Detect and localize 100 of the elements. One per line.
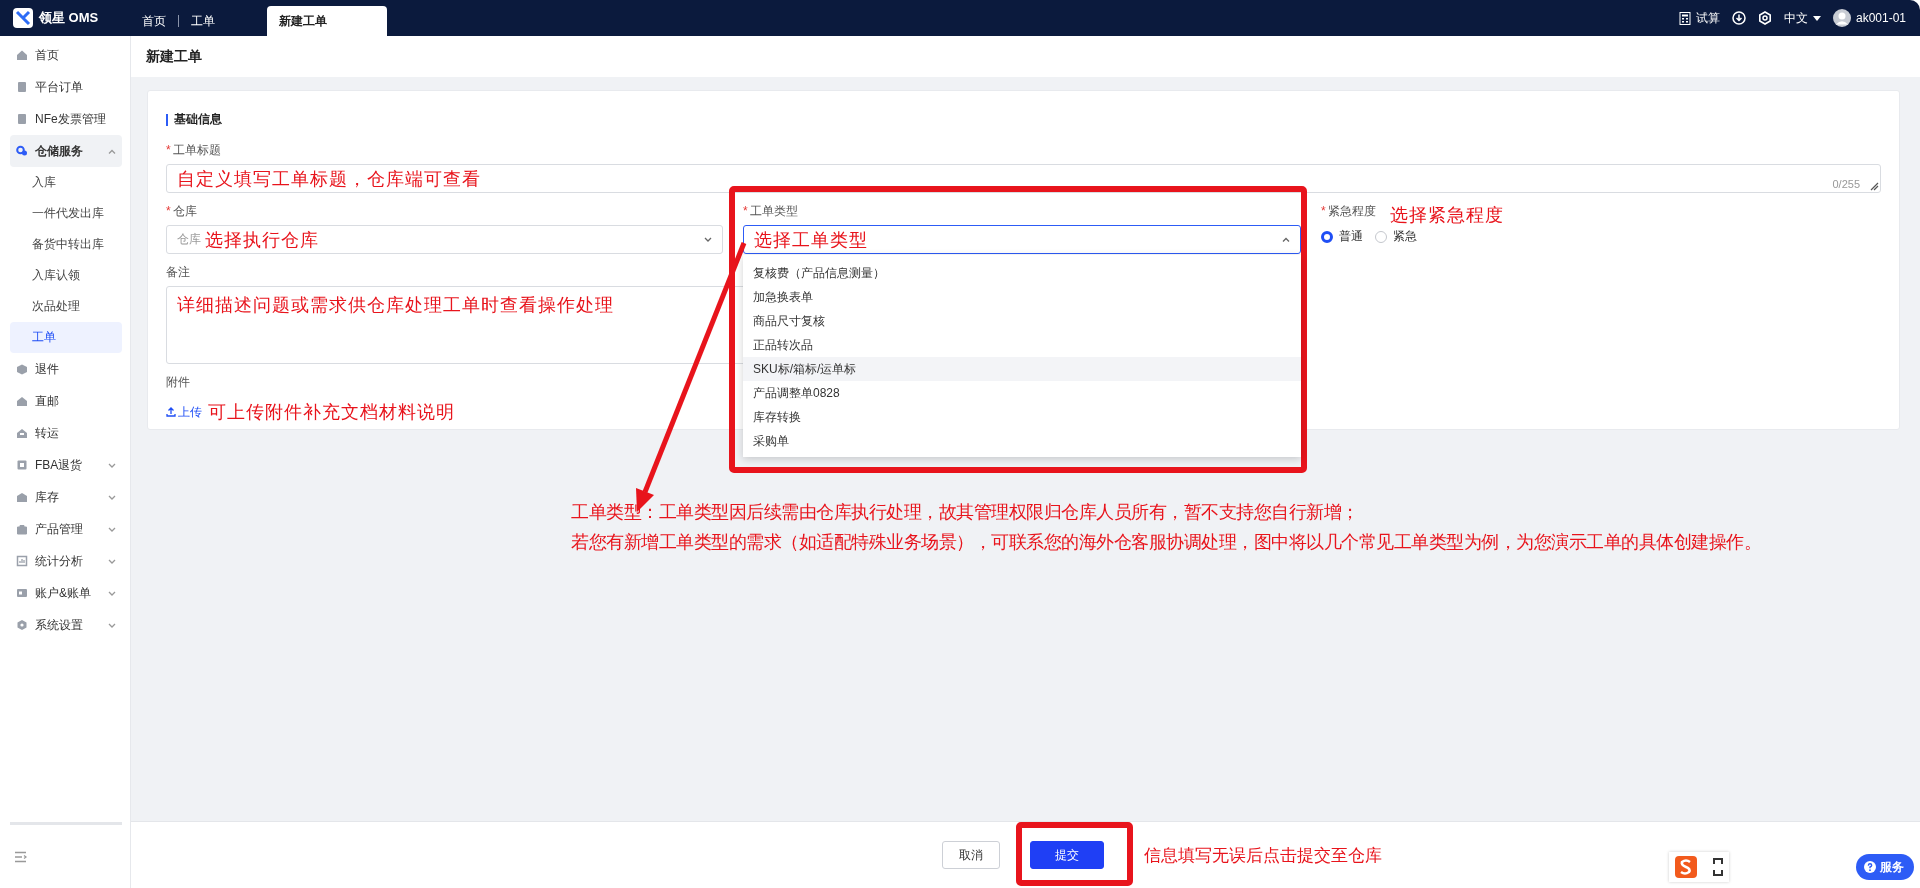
field-label: 工单类型 — [749, 203, 798, 220]
cube-icon — [16, 363, 28, 375]
annotation-text: 自定义填写工单标题，仓库端可查看 — [177, 166, 481, 191]
help-icon — [1864, 861, 1876, 873]
sidebar-item[interactable]: 首页 — [10, 39, 122, 71]
title-input[interactable]: 自定义填写工单标题，仓库端可查看 0/255 — [166, 164, 1881, 193]
dropdown-option[interactable]: 产品调整单0828 — [743, 381, 1301, 405]
sidebar-item[interactable]: 次品处理 — [10, 291, 122, 322]
chevron-icon — [108, 526, 116, 532]
chart-icon — [16, 555, 28, 567]
avatar-icon — [1832, 9, 1851, 27]
sidebar-item[interactable]: 入库 — [10, 167, 122, 198]
dropdown-option[interactable]: 库存转换 — [743, 405, 1301, 429]
dropdown-option[interactable]: 正品转次品 — [743, 333, 1301, 357]
sidebar-item[interactable]: 备货中转出库 — [10, 229, 122, 260]
user-menu[interactable]: ak001-01 — [1832, 9, 1906, 27]
sidebar-item[interactable]: 库存 — [10, 481, 122, 513]
sidebar-item[interactable]: 一件代发出库 — [10, 198, 122, 229]
annotation-text: 信息填写无误后点击提交至仓库 — [1144, 843, 1382, 867]
annotation-text: 选择紧急程度 — [1389, 203, 1504, 227]
chevron-icon — [108, 148, 116, 154]
required-mark: * — [166, 143, 171, 157]
page-tab[interactable]: 首页 — [130, 6, 178, 36]
dropdown-option[interactable]: 复核费（产品信息测量） — [743, 261, 1301, 285]
trial-calc-button[interactable]: 试算 — [1678, 9, 1720, 27]
settings-icon[interactable] — [1757, 11, 1772, 25]
circles-icon — [16, 145, 28, 157]
input-method-icon — [1675, 856, 1697, 878]
chevron-icon — [704, 237, 712, 242]
character-counter: 0/255 — [1832, 178, 1860, 190]
dropdown-option[interactable]: 加急换表单 — [743, 285, 1301, 309]
required-mark: * — [1321, 204, 1326, 218]
calculator-icon — [1678, 11, 1691, 25]
upload-link[interactable]: 上传 — [166, 403, 202, 421]
house-icon — [16, 491, 28, 503]
sidebar-item[interactable]: 直邮 — [10, 385, 122, 417]
chevron-icon — [108, 462, 116, 468]
sidebar-item[interactable]: 统计分析 — [10, 545, 122, 577]
select-field[interactable]: 仓库 选择执行仓库 — [166, 225, 723, 254]
annotation-text: 可上传附件补充文档材料说明 — [208, 400, 455, 424]
card-icon — [16, 587, 28, 599]
field-label: 附件 — [166, 374, 190, 391]
sidebar-item[interactable]: 平台订单 — [10, 71, 122, 103]
field-label: 紧急程度 — [1327, 203, 1376, 220]
app-logo-text: 领星 OMS — [39, 9, 99, 27]
section-title: 基础信息 — [174, 111, 222, 128]
page-tab[interactable]: 工单 — [179, 6, 227, 36]
clipboard-icon — [16, 113, 28, 125]
sidebar-item[interactable]: 转运 — [10, 417, 122, 449]
input-method-toolbar[interactable] — [1669, 852, 1729, 882]
required-mark: * — [166, 204, 171, 218]
select-prefix: 仓库 — [177, 231, 201, 248]
select-field[interactable]: 选择工单类型 — [743, 225, 1301, 254]
cancel-button[interactable]: 取消 — [942, 841, 1000, 869]
download-icon[interactable] — [1731, 11, 1746, 25]
annotation-text: 选择执行仓库 — [205, 227, 319, 252]
dropdown-option[interactable]: 商品尺寸复核 — [743, 309, 1301, 333]
field-label: 仓库 — [172, 203, 197, 220]
house-icon — [16, 395, 28, 407]
house-icon — [16, 427, 28, 439]
chevron-icon — [108, 622, 116, 628]
caret-icon — [1812, 15, 1821, 21]
home-icon — [16, 49, 28, 61]
square-icon — [16, 459, 28, 471]
field-label: 备注 — [166, 264, 190, 281]
logo-icon — [13, 8, 33, 28]
chevron-icon — [108, 558, 116, 564]
page-title: 新建工单 — [131, 36, 1920, 77]
dropdown-option[interactable]: 采购单 — [743, 429, 1301, 453]
annotation-text: 选择工单类型 — [754, 227, 868, 252]
bag-icon — [16, 523, 28, 535]
radio-option[interactable]: 普通 — [1321, 228, 1363, 245]
sidebar-item[interactable]: 退件 — [10, 353, 122, 385]
sidebar-item[interactable]: NFe发票管理 — [10, 103, 122, 135]
service-button[interactable]: 服务 — [1856, 854, 1914, 880]
sidebar-item[interactable]: 仓储服务 — [10, 135, 122, 167]
language-dropdown[interactable]: 中文 — [1783, 9, 1821, 27]
chevron-icon — [1282, 237, 1290, 242]
sidebar-item[interactable]: 账户&账单 — [10, 577, 122, 609]
annotation-text: 若您有新增工单类型的需求（如适配特殊业务场景），可联系您的海外仓客服协调处理，图中将以几个常见工单类型为例，为您演示工单的具体创建操作。 — [571, 530, 1762, 554]
collapse-menu-icon[interactable] — [14, 850, 27, 863]
sidebar-item[interactable]: FBA退货 — [10, 449, 122, 481]
field-label: 工单标题 — [172, 142, 221, 159]
sidebar-item[interactable]: 入库认领 — [10, 260, 122, 291]
chevron-icon — [108, 494, 116, 500]
chevron-icon — [108, 590, 116, 596]
sidebar-item[interactable]: 产品管理 — [10, 513, 122, 545]
sidebar-item[interactable]: 系统设置 — [10, 609, 122, 641]
required-mark: * — [743, 204, 748, 218]
submit-button[interactable]: 提交 — [1030, 841, 1104, 869]
upload-icon — [166, 407, 176, 417]
resize-handle-icon — [1869, 181, 1879, 191]
clipboard-icon — [16, 81, 28, 93]
dropdown-option[interactable]: SKU标/箱标/运单标 — [743, 357, 1301, 381]
hexagon-icon — [16, 619, 28, 631]
page-tab[interactable]: 新建工单 — [267, 6, 387, 36]
annotation-text: 详细描述问题或需求供仓库处理工单时查看操作处理 — [177, 293, 614, 317]
sidebar-item[interactable]: 工单 — [10, 322, 122, 353]
radio-option[interactable]: 紧急 — [1375, 228, 1417, 245]
radio-icon — [1375, 230, 1387, 243]
